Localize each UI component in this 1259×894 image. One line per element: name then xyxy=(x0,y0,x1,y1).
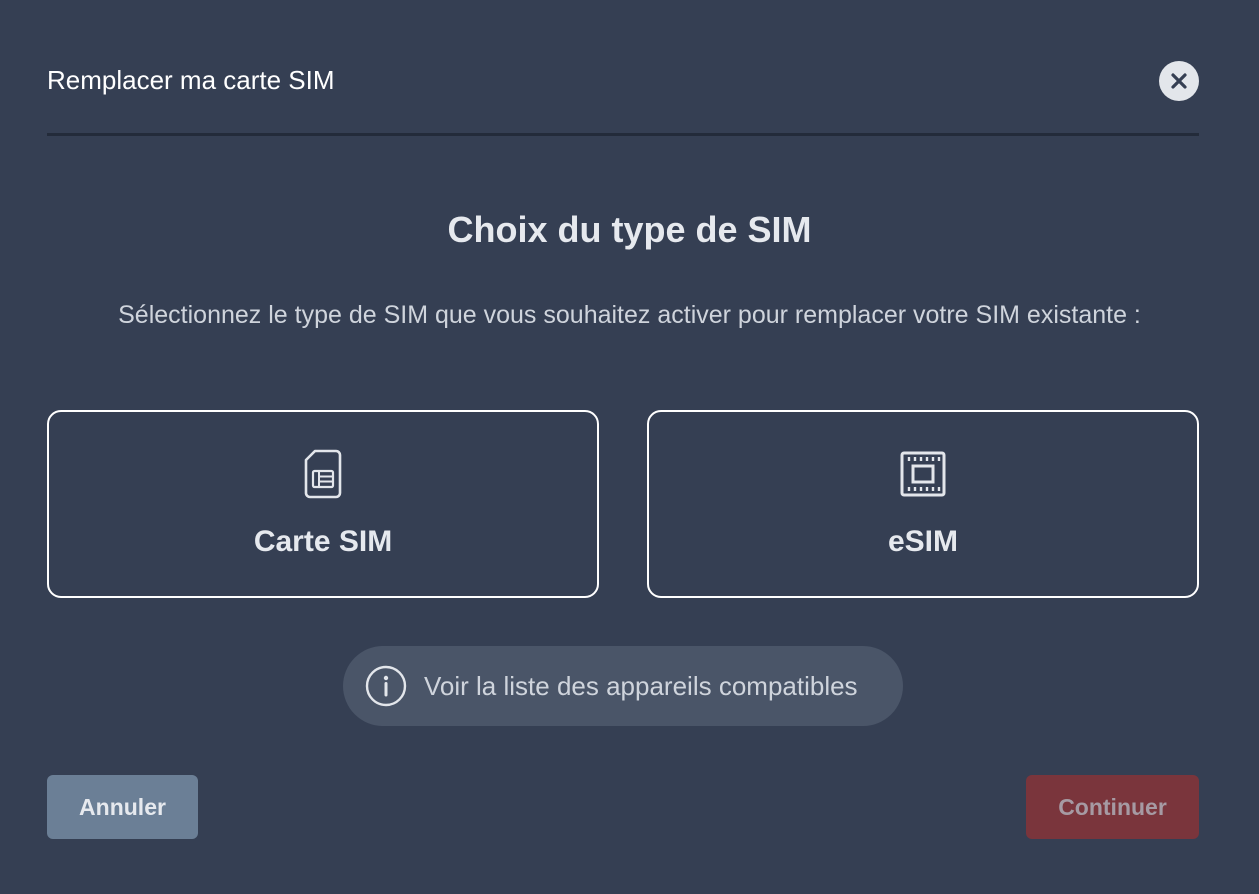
option-label: Carte SIM xyxy=(253,525,393,558)
sim-card-icon xyxy=(298,448,348,500)
close-button[interactable] xyxy=(1159,61,1199,101)
close-icon xyxy=(1170,72,1188,90)
cancel-button[interactable]: Annuler xyxy=(47,775,198,839)
modal-header: Remplacer ma carte SIM xyxy=(47,56,1199,136)
option-label: eSIM xyxy=(887,525,959,558)
option-sim-card[interactable]: Carte SIM xyxy=(47,410,599,598)
option-esim[interactable]: eSIM xyxy=(647,410,1199,598)
replace-sim-modal: Remplacer ma carte SIM Choix du type de … xyxy=(0,0,1259,894)
header-divider xyxy=(47,133,1199,136)
continue-button[interactable]: Continuer xyxy=(1026,775,1199,839)
compatible-devices-link[interactable]: Voir la liste des appareils compatibles xyxy=(343,646,903,726)
modal-title: Remplacer ma carte SIM xyxy=(47,65,335,95)
compatible-devices-label: Voir la liste des appareils compatibles xyxy=(424,671,858,701)
section-heading: Choix du type de SIM xyxy=(447,209,812,250)
info-icon xyxy=(365,665,407,707)
description-text: Sélectionnez le type de SIM que vous sou… xyxy=(118,301,1141,329)
esim-chip-icon xyxy=(898,448,948,500)
